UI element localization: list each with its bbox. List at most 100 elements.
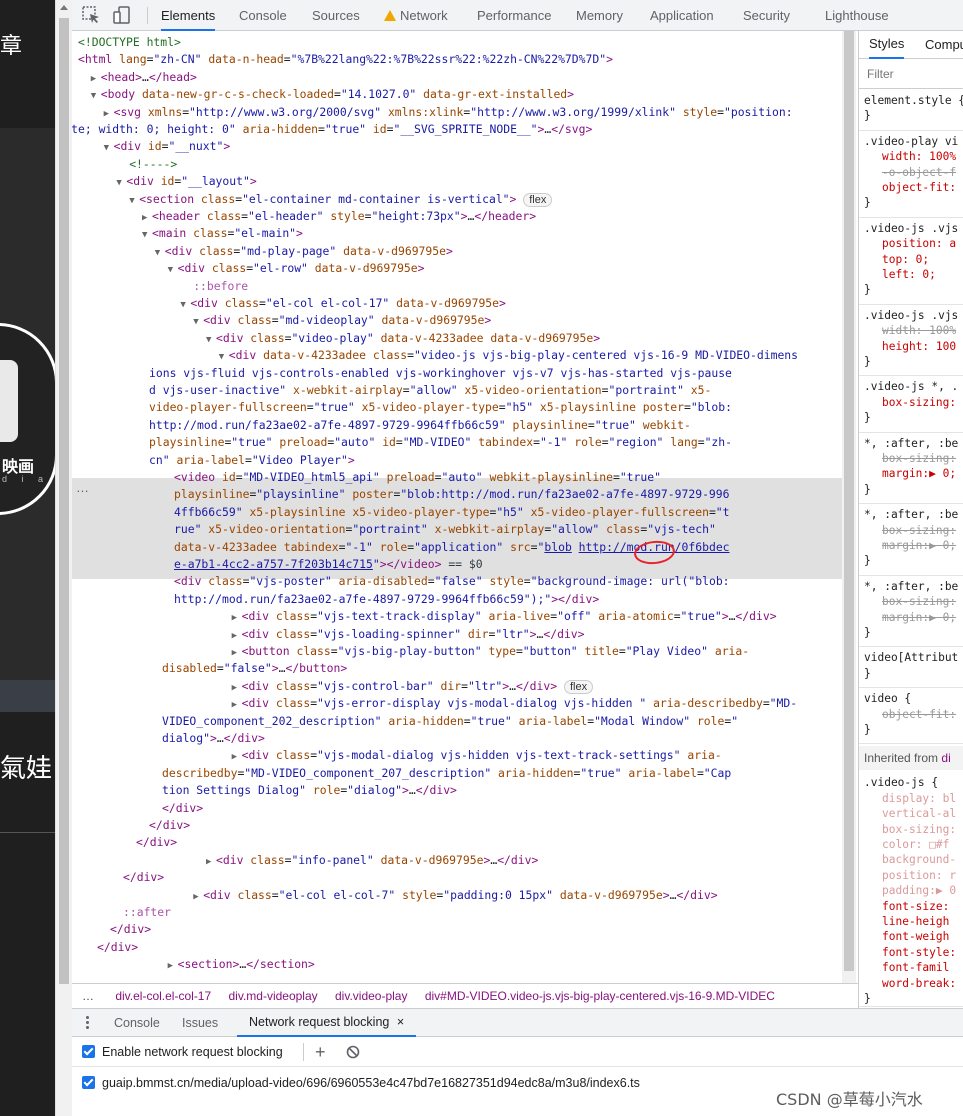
tab-styles[interactable]: Styles (869, 31, 905, 59)
dom-node-line[interactable]: d vjs-user-inactive" x-webkit-airplay="a… (149, 382, 842, 399)
css-rule[interactable]: .video-js {display: bl vertical-al box-siz… (859, 772, 963, 1008)
css-rule[interactable]: .video-js .vjs position: a top: 0; left: 0;… (859, 218, 963, 305)
css-selector[interactable]: .video-play vi (864, 134, 963, 149)
tab-elements[interactable]: Elements (161, 0, 216, 31)
dom-node-line[interactable]: rue" x5-video-orientation="portraint" x-… (174, 521, 842, 538)
css-rule[interactable]: video[Attribut} (859, 647, 963, 689)
dom-node-line[interactable]: disabled="false">…</button> (162, 660, 842, 677)
css-property[interactable]: box-sizing: (864, 594, 963, 609)
css-property[interactable]: box-sizing: (864, 395, 963, 410)
css-property[interactable]: word-break: (864, 976, 963, 991)
css-selector[interactable]: .video-js { (864, 775, 963, 790)
dom-node-line[interactable]: dialog">…</div> (162, 730, 842, 747)
dom-node-line[interactable]: <video id="MD-VIDEO_html5_api" preload="… (174, 469, 842, 486)
css-rule[interactable]: .video-js *, . box-sizing:} (859, 376, 963, 433)
css-rule[interactable]: element.style {} (859, 90, 963, 131)
node-actions-menu[interactable]: … (76, 479, 89, 496)
dom-node-line[interactable]: </div> (136, 834, 842, 851)
tab-computed[interactable]: Compu (925, 31, 963, 59)
expand-toggle-icon[interactable]: ▼ (104, 140, 114, 157)
dom-node-line[interactable]: 4ffb66c59" x5-playsinline x5-video-playe… (174, 504, 842, 521)
breadcrumb-item[interactable]: div#MD-VIDEO.video-js.vjs-big-play-cente… (425, 989, 775, 1003)
css-property[interactable]: background- (864, 852, 963, 867)
css-property[interactable]: color: □#f (864, 837, 963, 852)
add-pattern-icon[interactable]: + (315, 1037, 326, 1067)
expand-toggle-icon[interactable]: ▼ (91, 88, 101, 105)
dom-node-line[interactable]: ▶ <head>…</head> (91, 69, 842, 86)
dom-node-line[interactable]: <div class="vjs-poster" aria-disabled="f… (174, 573, 842, 590)
breadcrumb-overflow[interactable]: … (82, 989, 94, 1003)
inspect-element-icon[interactable] (81, 5, 101, 25)
css-property[interactable]: font-famil (864, 960, 963, 975)
css-selector[interactable]: video { (864, 691, 963, 706)
dom-node-line[interactable]: ▼ <div class="md-videoplay" data-v-d96979… (193, 312, 842, 329)
css-selector[interactable]: .video-js .vjs (864, 221, 963, 236)
css-property[interactable]: padding:▶ 0 (864, 883, 963, 898)
dom-node-line[interactable]: ▶ <header class="el-header" style="height… (142, 208, 842, 225)
css-property[interactable]: font-size: (864, 899, 963, 914)
dom-node-line[interactable]: ▶ <div class="el-col el-col-7" style="pad… (193, 887, 842, 904)
dom-node-line[interactable]: absolute; width: 0; height: 0" aria-hidd… (72, 121, 800, 138)
css-property[interactable]: box-sizing: (864, 822, 963, 837)
dom-node-line[interactable]: ▼ <div class="video-play" data-v-4233adee… (206, 330, 842, 347)
expand-toggle-icon[interactable]: ▼ (129, 193, 139, 210)
css-selector[interactable]: *, :after, :be (864, 436, 963, 451)
dom-node-line[interactable]: ▼ <div class="el-col el-col-17" data-v-d9… (180, 295, 842, 312)
dom-node-line[interactable]: ▼ <section class="el-container md-contain… (129, 191, 842, 208)
dom-node-line[interactable]: ▶ <div class="info-panel" data-v-d969795e… (206, 852, 842, 869)
css-selector[interactable]: element.style { (864, 93, 963, 108)
dom-node-line[interactable]: <!DOCTYPE html> (78, 34, 842, 51)
tab-network[interactable]: Network (384, 0, 448, 31)
tab-memory[interactable]: Memory (576, 0, 623, 31)
tab-lighthouse[interactable]: Lighthouse (825, 0, 889, 31)
tab-security[interactable]: Security (743, 0, 790, 31)
css-rule[interactable]: .video-js .vjs width: 100% height: 100} (859, 305, 963, 377)
expand-toggle-icon[interactable]: ▼ (193, 314, 203, 331)
dom-node-line[interactable]: video-player-fullscreen="true" x5-video-… (149, 399, 842, 416)
breadcrumb-item[interactable]: div.video-play (335, 989, 407, 1003)
dom-node-line[interactable]: ions vjs-fluid vjs-controls-enabled vjs-… (149, 365, 842, 382)
dom-node-line[interactable]: ▶ <section>…</section> (168, 956, 842, 973)
scroll-up-icon[interactable] (60, 5, 68, 10)
css-property[interactable]: display: bl (864, 791, 963, 806)
css-property[interactable]: margin:▶ 0; (864, 538, 963, 553)
dom-node-line[interactable]: <!----> (129, 156, 842, 173)
css-property[interactable]: left: 0; (864, 267, 963, 282)
dom-node-line[interactable]: </div> (97, 939, 842, 956)
expand-toggle-icon[interactable]: ▼ (142, 227, 152, 244)
css-property[interactable]: object-fit: (864, 707, 963, 722)
tab-sources[interactable]: Sources (312, 0, 360, 31)
css-property[interactable]: width: 100% (864, 323, 963, 338)
css-selector[interactable]: .video-js *, . (864, 379, 963, 394)
expand-toggle-icon[interactable]: ▼ (206, 332, 216, 349)
tab-application[interactable]: Application (650, 0, 714, 31)
dom-node-line[interactable]: ::before (193, 278, 842, 295)
pattern-enabled-checkbox[interactable] (82, 1076, 95, 1089)
dom-node-line[interactable]: </div> (110, 921, 842, 938)
expand-toggle-icon[interactable]: ▼ (116, 175, 126, 192)
css-selector[interactable]: video[Attribut (864, 650, 963, 665)
inherited-target-link[interactable]: di (941, 751, 950, 765)
css-property[interactable]: box-sizing: (864, 451, 963, 466)
expand-toggle-icon[interactable]: ▼ (168, 262, 178, 279)
css-selector[interactable]: *, :after, :be (864, 507, 963, 522)
dom-node-line[interactable]: tion Settings Dialog" role="dialog">…</d… (162, 782, 842, 799)
css-property[interactable]: height: 100 (864, 339, 963, 354)
dom-node-line[interactable]: <html lang="zh-CN" data-n-head="%7B%22la… (78, 51, 842, 68)
breadcrumb-item[interactable]: div.md-videoplay (229, 989, 318, 1003)
dom-node-line[interactable]: VIDEO_component_202_description" aria-hi… (162, 713, 842, 730)
dom-node-line[interactable]: e-a7b1-4cc2-a757-7f203b14c715"></video> … (174, 556, 842, 573)
clear-patterns-icon[interactable] (346, 1045, 360, 1059)
dom-node-line[interactable]: ▼ <div data-v-4233adee class="video-js vj… (219, 347, 842, 364)
expand-toggle-icon[interactable]: ▶ (168, 958, 178, 975)
page-scrollbar[interactable] (55, 0, 72, 1116)
css-selector[interactable]: *, :after, :be (864, 579, 963, 594)
dom-node-line[interactable]: ▶ <div class="vjs-control-bar" dir="ltr">… (232, 678, 842, 695)
css-property[interactable]: margin:▶ 0; (864, 466, 963, 481)
dom-node-line[interactable]: ▶ <svg xmlns="http://www.w3.org/2000/svg"… (104, 104, 842, 121)
dom-node-line[interactable]: playsinline="true" preload="auto" id="MD… (149, 434, 842, 451)
css-rule[interactable]: *, :after, :be box-sizing: margin:▶ 0;} (859, 433, 963, 505)
elements-tree[interactable]: … <!DOCTYPE html> <html lang="zh-CN" data… (72, 31, 842, 983)
dom-node-line[interactable]: ▼ <main class="el-main"> (142, 225, 842, 242)
css-rule[interactable]: .video-play vi width: 100% -o-object-f obje… (859, 131, 963, 218)
